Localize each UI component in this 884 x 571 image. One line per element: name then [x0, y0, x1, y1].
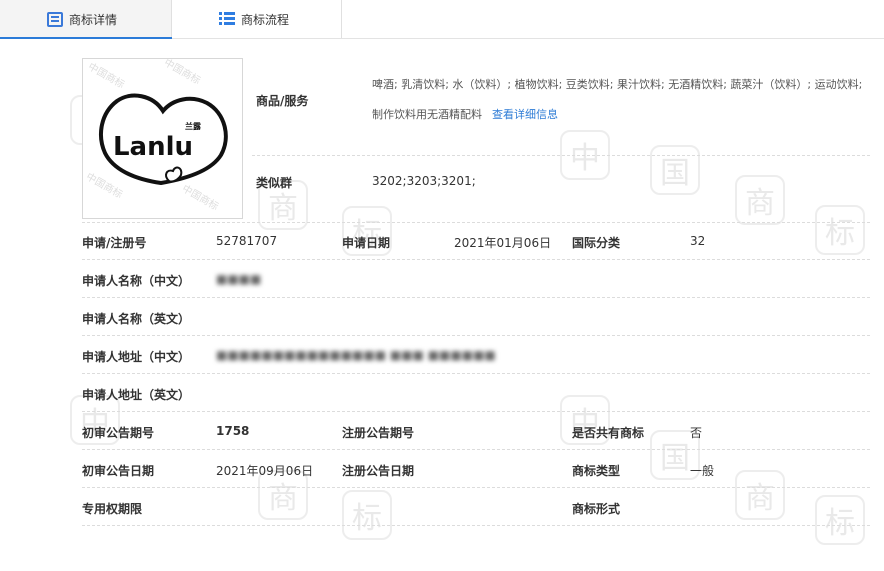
heart-logo-icon: Lanlu 兰露: [99, 93, 228, 186]
reg-issue-label: 注册公告期号: [342, 426, 415, 440]
goods-service-label: 商品/服务: [256, 94, 309, 108]
tab-trademark-details[interactable]: 商标详情: [0, 0, 172, 39]
similar-group-label: 类似群: [256, 176, 293, 190]
goods-service-value: 啤酒; 乳清饮料; 水（饮料）; 植物饮料; 豆类饮料; 果汁饮料; 无酒精饮料…: [372, 70, 872, 130]
prelim-date-value: 2021年09月06日: [216, 464, 314, 478]
similar-group-value: 3202;3203;3201;: [372, 174, 476, 188]
divider: [82, 449, 870, 450]
list-icon: [219, 12, 235, 26]
reg-no-value: 52781707: [216, 234, 278, 248]
tab-label: 商标流程: [241, 12, 290, 27]
watermark-char: 国: [650, 145, 700, 195]
prelim-issue-value: 1758: [216, 424, 250, 438]
divider: [82, 222, 870, 223]
address-cn-value: ■■■■■■■■■■■■■■■ ■■■ ■■■■■■: [216, 348, 496, 362]
tab-bar: 商标详情 商标流程: [0, 0, 884, 39]
prelim-date-label: 初审公告日期: [82, 464, 155, 478]
watermark-char: 标: [342, 490, 392, 540]
logo-text: Lanlu: [113, 132, 193, 162]
watermark-char: 标: [815, 205, 865, 255]
applicant-cn-value: ■■■■: [216, 272, 262, 286]
reg-date-label: 注册公告日期: [342, 464, 415, 478]
prelim-issue-label: 初审公告期号: [82, 426, 155, 440]
applicant-cn-label: 申请人名称（中文）: [82, 274, 191, 288]
trademark-image: 中国商标 中国商标 中国商标 中国商标 Lanlu 兰露: [82, 58, 243, 219]
divider: [82, 297, 870, 298]
divider: [252, 155, 870, 156]
divider: [82, 259, 870, 260]
address-cn-label: 申请人地址（中文）: [82, 350, 191, 364]
intl-class-label: 国际分类: [572, 236, 621, 250]
divider: [82, 335, 870, 336]
shared-mark-label: 是否共有商标: [572, 426, 645, 440]
app-date-value: 2021年01月06日: [454, 236, 552, 250]
intl-class-value: 32: [690, 234, 706, 248]
divider: [82, 411, 870, 412]
logo-chinese-text: 兰露: [185, 121, 202, 131]
exclusive-period-label: 专用权期限: [82, 502, 143, 516]
divider: [82, 373, 870, 374]
tab-label: 商标详情: [69, 12, 118, 27]
tab-trademark-process[interactable]: 商标流程: [172, 0, 342, 38]
app-date-label: 申请日期: [342, 236, 391, 250]
reg-no-label: 申请/注册号: [82, 236, 147, 250]
divider: [82, 525, 870, 526]
mark-type-label: 商标类型: [572, 464, 621, 478]
goods-list: 啤酒; 乳清饮料; 水（饮料）; 植物饮料; 豆类饮料; 果汁饮料; 无酒精饮料…: [372, 78, 863, 121]
watermark-char: 商: [735, 470, 785, 520]
applicant-en-label: 申请人名称（英文）: [82, 312, 191, 326]
mark-type-value: 一般: [690, 464, 715, 478]
mark-form-label: 商标形式: [572, 502, 621, 516]
view-details-link[interactable]: 查看详细信息: [492, 108, 558, 121]
watermark-char: 标: [815, 495, 865, 545]
divider: [82, 487, 870, 488]
document-icon: [47, 11, 63, 27]
address-en-label: 申请人地址（英文）: [82, 388, 191, 402]
watermark-char: 商: [735, 175, 785, 225]
shared-mark-value: 否: [690, 426, 703, 440]
